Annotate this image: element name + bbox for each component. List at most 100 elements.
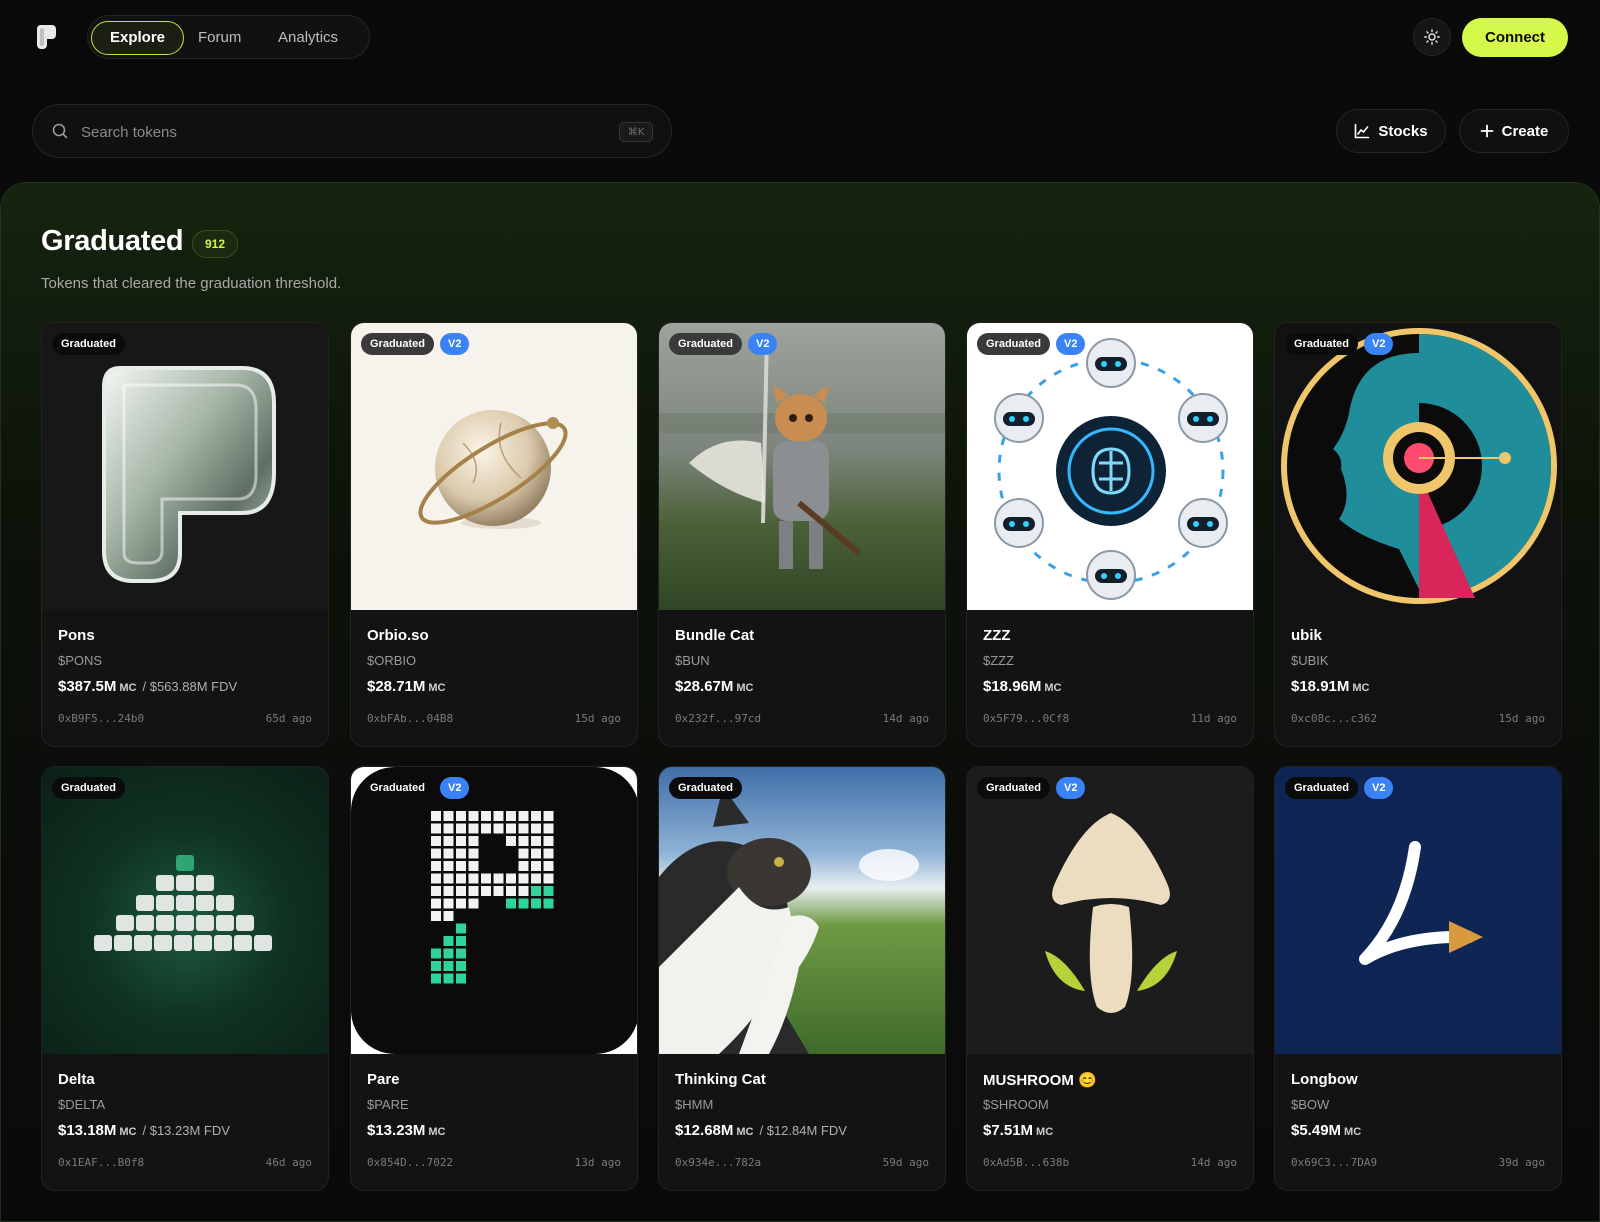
pixel-cell <box>456 848 466 859</box>
fdv-value: / $13.23M FDV <box>142 1123 230 1138</box>
token-address[interactable]: 0xAd5B...638b <box>983 1156 1069 1169</box>
token-card[interactable]: Graduated V2 MUSHROOM 😊 $SHROOM $7.51M MC… <box>966 766 1254 1191</box>
pixel-cell <box>468 848 479 859</box>
pixel-cell <box>543 823 554 834</box>
token-image <box>1275 323 1561 610</box>
pixel-cell <box>443 961 454 971</box>
connect-button[interactable]: Connect <box>1462 18 1568 57</box>
pixel-cell <box>443 873 454 884</box>
token-address[interactable]: 0x232f...97cd <box>675 712 761 725</box>
pixel-cell <box>506 811 516 821</box>
token-card[interactable]: Graduated Thinking Cat $HMM $12.68M MC / $… <box>658 766 946 1191</box>
pixel-cell <box>443 811 454 821</box>
pixel-cell <box>518 873 529 884</box>
pixel-cell <box>493 886 504 896</box>
token-card[interactable]: Graduated V2 Longbow $BOW $5.49M MC 0x69C… <box>1274 766 1562 1191</box>
tab-explore[interactable]: Explore <box>91 21 185 55</box>
pixel-cell <box>456 823 466 834</box>
graduated-badge: Graduated <box>1285 333 1359 355</box>
token-age: 65d ago <box>265 712 312 725</box>
v2-badge: V2 <box>1056 333 1086 355</box>
token-address[interactable]: 0x5F79...0Cf8 <box>983 712 1069 725</box>
token-card[interactable]: Graduated Pons $PONS $387.5M MC / $563.88M… <box>41 322 329 747</box>
token-age: 59d ago <box>882 1156 929 1169</box>
v2-badge: V2 <box>748 333 778 355</box>
token-market-cap: $5.49M MC <box>1291 1122 1361 1139</box>
v2-badge: V2 <box>440 333 470 355</box>
graduated-badge: Graduated <box>52 777 126 799</box>
pixel-cell <box>531 873 541 884</box>
pixel-cell <box>431 848 441 859</box>
section-count-badge: 912 <box>192 230 238 258</box>
pixel-cell <box>431 911 441 921</box>
token-image <box>1275 767 1561 1054</box>
mc-unit: MC <box>736 682 754 694</box>
token-market-cap: $13.18M MC / $13.23M FDV <box>58 1122 230 1139</box>
pixel-cell <box>531 836 541 846</box>
pixel-cell <box>456 936 466 946</box>
token-ticker: $BOW <box>1291 1097 1330 1112</box>
token-age: 15d ago <box>1498 712 1545 725</box>
card-badges: Graduated <box>52 777 126 799</box>
token-ticker: $PARE <box>367 1097 409 1112</box>
token-address[interactable]: 0xbFAb...04B8 <box>367 712 453 725</box>
pixel-cell <box>431 836 441 846</box>
tab-analytics[interactable]: Analytics <box>260 21 356 55</box>
card-badges: Graduated V2 <box>1285 333 1394 355</box>
pixel-cell <box>468 886 479 896</box>
pixel-cell <box>431 961 441 971</box>
v2-badge: V2 <box>1056 777 1086 799</box>
token-address[interactable]: 0xB9F5...24b0 <box>58 712 144 725</box>
token-card[interactable]: Graduated V2 ubik $UBIK $18.91M MC 0xc08c… <box>1274 322 1562 747</box>
token-name: MUSHROOM 😊 <box>983 1072 1097 1089</box>
pixel-cell <box>443 898 454 909</box>
token-image <box>351 323 637 610</box>
token-market-cap: $387.5M MC / $563.88M FDV <box>58 678 237 695</box>
card-badges: Graduated V2 <box>977 777 1086 799</box>
token-card[interactable]: Graduated Delta $DELTA $13.18M MC / $13.23… <box>41 766 329 1191</box>
card-badges: Graduated V2 <box>977 333 1086 355</box>
app-logo-icon[interactable] <box>36 24 58 50</box>
token-address[interactable]: 0x934e...782a <box>675 1156 761 1169</box>
create-button[interactable]: Create <box>1459 109 1569 153</box>
pixel-cell <box>468 836 479 846</box>
pixel-cell <box>431 823 441 834</box>
pixel-cell <box>531 886 541 896</box>
pixel-cell <box>468 811 479 821</box>
token-ticker: $HMM <box>675 1097 714 1112</box>
pixel-cell <box>456 811 466 821</box>
pixel-cell <box>506 823 516 834</box>
pixel-cell <box>531 823 541 834</box>
token-market-cap: $28.67M MC <box>675 678 753 695</box>
card-badges: Graduated V2 <box>361 333 470 355</box>
graduated-badge: Graduated <box>361 777 435 799</box>
token-card[interactable]: Graduated V2 Orbio.so $ORBIO $28.71M MC 0… <box>350 322 638 747</box>
mc-unit: MC <box>1344 1126 1362 1138</box>
pixel-cell <box>443 948 454 959</box>
theme-toggle-button[interactable] <box>1413 18 1451 56</box>
token-name: Longbow <box>1291 1071 1358 1088</box>
graduated-badge: Graduated <box>977 777 1051 799</box>
token-address[interactable]: 0xc08c...c362 <box>1291 712 1377 725</box>
stocks-button[interactable]: Stocks <box>1336 109 1446 153</box>
pixel-cell <box>506 873 516 884</box>
token-image <box>42 767 328 1054</box>
token-card[interactable]: Graduated V2 Bundle Cat $BUN $28.67M MC 0… <box>658 322 946 747</box>
token-age: 11d ago <box>1190 712 1237 725</box>
token-address[interactable]: 0x854D...7022 <box>367 1156 453 1169</box>
token-market-cap: $18.96M MC <box>983 678 1061 695</box>
chart-line-icon <box>1355 123 1370 139</box>
pixel-cell <box>468 823 479 834</box>
tab-forum[interactable]: Forum <box>180 21 259 55</box>
token-address[interactable]: 0x1EAF...B0f8 <box>58 1156 144 1169</box>
main-nav: Explore Forum Analytics <box>87 15 370 59</box>
search-input[interactable] <box>81 119 601 145</box>
pixel-cell <box>481 811 491 821</box>
pixel-cell <box>543 886 554 896</box>
token-card[interactable]: Graduated V2 ZZZ $ZZZ $18.96M MC 0x5F79..… <box>966 322 1254 747</box>
token-address[interactable]: 0x69C3...7DA9 <box>1291 1156 1377 1169</box>
token-card[interactable]: Graduated V2 Pare $PARE $13.23M MC 0x854D… <box>350 766 638 1191</box>
graduated-badge: Graduated <box>977 333 1051 355</box>
pixel-cell <box>431 973 441 984</box>
token-market-cap: $7.51M MC <box>983 1122 1053 1139</box>
